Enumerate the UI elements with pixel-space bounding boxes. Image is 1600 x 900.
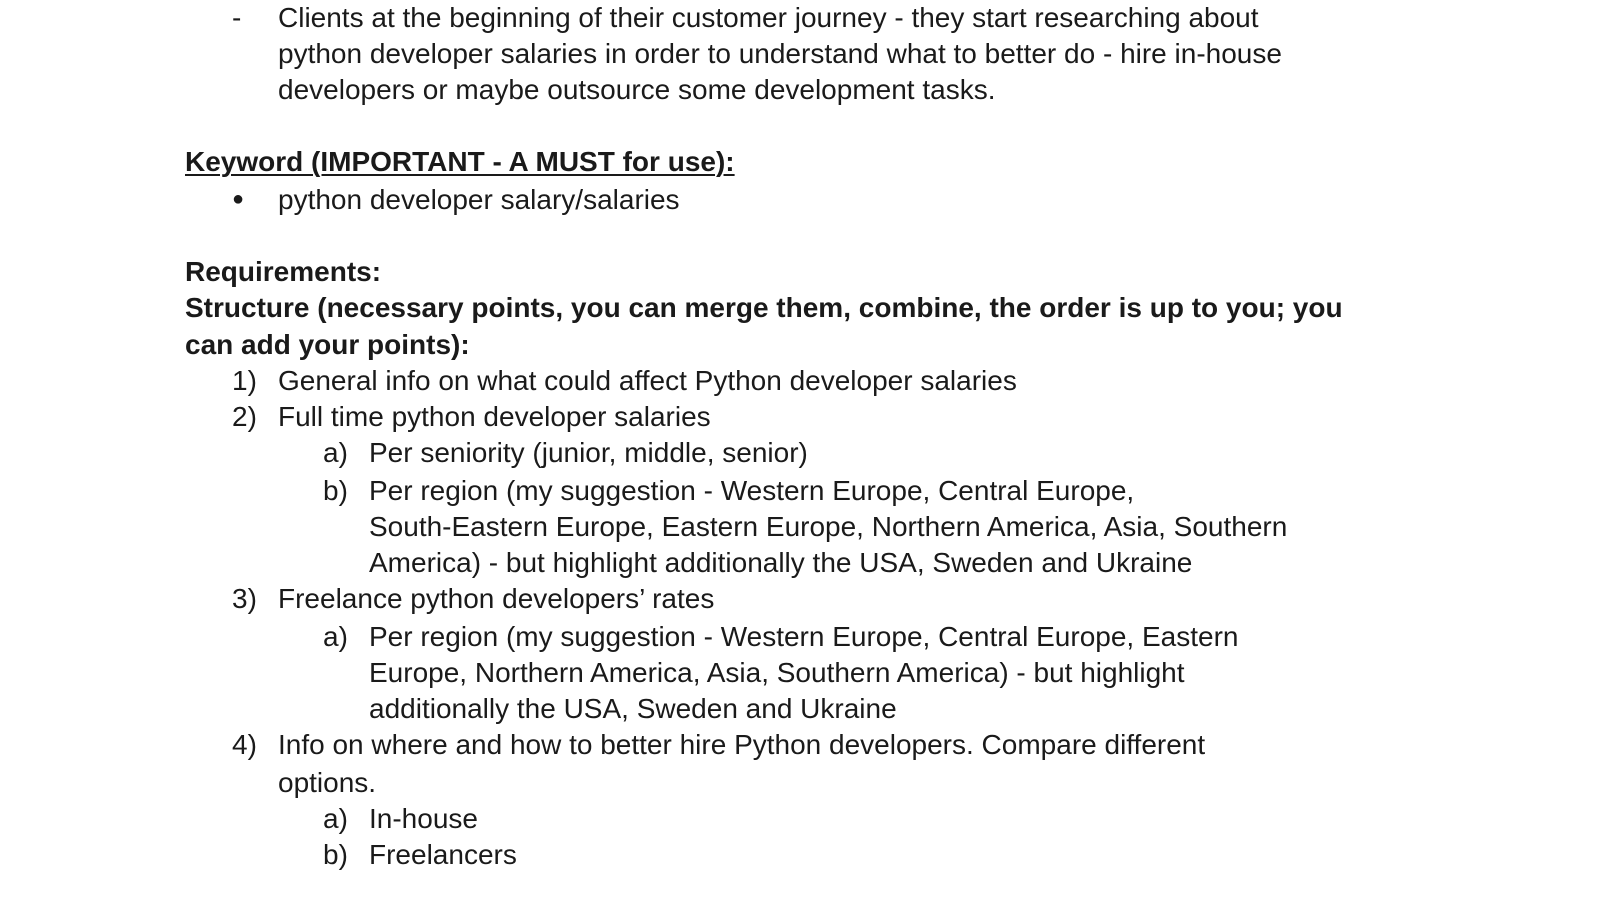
structure-line: Structure (necessary points, you can mer… (185, 292, 1343, 323)
list-item: Full time python developer salaries (278, 401, 711, 432)
sub-list-letter: a) (323, 437, 348, 468)
intro-line: developers or maybe outsource some devel… (278, 74, 996, 105)
list-item: options. (278, 767, 377, 798)
list-number: 2) (232, 401, 257, 432)
intro-line: python developer salaries in order to un… (278, 38, 1282, 69)
list-item: Info on where and how to better hire Pyt… (278, 729, 1206, 760)
dash-bullet: - (232, 2, 242, 33)
sub-list-item: In-house (369, 803, 478, 834)
sub-list-letter: a) (323, 803, 348, 834)
list-item: General info on what could affect Python… (278, 365, 1017, 396)
sub-list-item: Per region (my suggestion - Western Euro… (369, 475, 1135, 506)
keyword-item: python developer salary/salaries (278, 184, 680, 215)
list-number: 4) (232, 729, 257, 760)
structure-line: can add your points): (185, 329, 470, 360)
requirements-heading: Requirements: (185, 256, 382, 287)
keyword-heading: Keyword (IMPORTANT - A MUST for use): (185, 146, 735, 177)
sub-list-item: Freelancers (369, 839, 517, 870)
sub-list-item: America) - but highlight additionally th… (369, 547, 1193, 578)
list-number: 1) (232, 365, 257, 396)
sub-list-item: Europe, Northern America, Asia, Southern… (369, 657, 1185, 688)
sub-list-letter: b) (323, 475, 348, 506)
list-number: 3) (232, 583, 257, 614)
bullet-icon: ● (232, 188, 245, 210)
sub-list-item: Per seniority (junior, middle, senior) (369, 437, 808, 468)
intro-line: Clients at the beginning of their custom… (278, 2, 1259, 33)
list-item: Freelance python developers’ rates (278, 583, 715, 614)
sub-list-item: Per region (my suggestion - Western Euro… (369, 621, 1239, 652)
sub-list-item: South-Eastern Europe, Eastern Europe, No… (369, 511, 1288, 542)
sub-list-letter: a) (323, 621, 348, 652)
sub-list-item: additionally the USA, Sweden and Ukraine (369, 693, 897, 724)
sub-list-letter: b) (323, 839, 348, 870)
